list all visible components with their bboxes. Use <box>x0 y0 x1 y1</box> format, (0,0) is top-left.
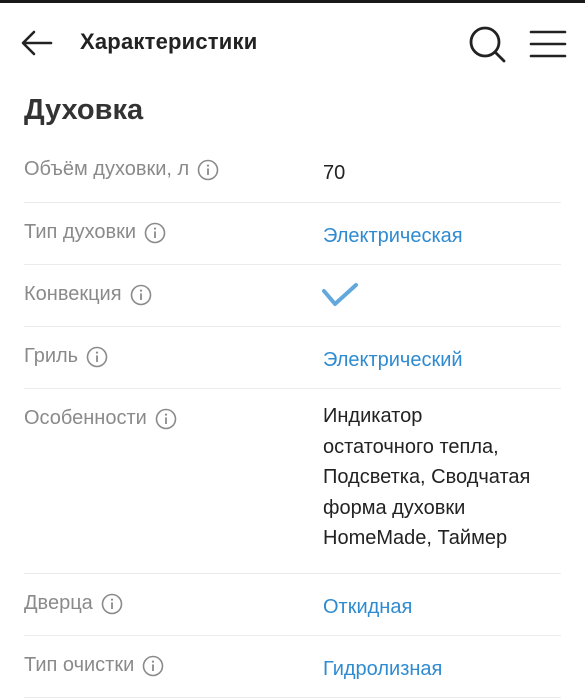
divider <box>24 697 561 698</box>
info-icon[interactable] <box>86 346 108 368</box>
spec-label: Особенности <box>24 407 177 430</box>
spec-row-door: Дверца Откидная <box>0 574 585 636</box>
spec-value-line: HomeMade, Таймер <box>323 527 508 549</box>
spec-value-link[interactable]: Гидролизная <box>323 654 563 685</box>
info-icon[interactable] <box>130 284 152 306</box>
menu-button[interactable] <box>528 29 568 59</box>
info-icon[interactable] <box>142 655 164 677</box>
spec-row-features: Особенности Индикатор остаточного тепла,… <box>0 389 585 574</box>
spec-value: 70 <box>323 162 346 184</box>
spec-label: Конвекция <box>24 283 152 306</box>
spec-label-text: Дверца <box>24 592 93 614</box>
spec-label: Тип очистки <box>24 654 164 677</box>
search-button[interactable] <box>468 25 506 63</box>
info-icon[interactable] <box>144 222 166 244</box>
spec-label-text: Объём духовки, л <box>24 158 190 180</box>
spec-label-text: Конвекция <box>24 283 122 305</box>
spec-list: Объём духовки, л 70 Тип духовки Электрич… <box>0 140 585 698</box>
spec-row-oven-volume: Объём духовки, л 70 <box>0 140 585 203</box>
section-title: Духовка <box>24 94 144 126</box>
spec-row-oven-type: Тип духовки Электрическая <box>0 203 585 265</box>
spec-row-cleaning-type: Тип очистки Гидролизная <box>0 636 585 698</box>
spec-row-grill: Гриль Электрический <box>0 327 585 389</box>
spec-label-text: Гриль <box>24 345 79 367</box>
spec-value-line: Индикатор <box>323 405 423 427</box>
spec-label: Объём духовки, л <box>24 158 219 181</box>
search-icon <box>469 26 506 63</box>
top-bar: Характеристики <box>0 3 585 81</box>
spec-value-link[interactable]: Откидная <box>323 592 563 623</box>
info-icon[interactable] <box>101 593 123 615</box>
check-icon <box>322 283 358 306</box>
spec-value-line: форма духовки <box>323 496 466 519</box>
spec-label-text: Тип духовки <box>24 221 137 243</box>
arrow-left-icon <box>21 30 53 56</box>
spec-label: Тип духовки <box>24 221 166 244</box>
back-button[interactable] <box>20 29 54 57</box>
spec-value-link[interactable]: Электрическая <box>323 221 563 252</box>
spec-value-line: Подсветка, Сводчатая <box>323 466 531 488</box>
spec-value-line: остаточного тепла, <box>323 435 499 458</box>
spec-label: Гриль <box>24 345 108 368</box>
spec-value-link[interactable]: Электрический <box>323 345 563 376</box>
spec-label: Дверца <box>24 592 123 615</box>
spec-value-multiline: Индикатор остаточного тепла, Подсветка, … <box>323 401 563 554</box>
info-icon[interactable] <box>155 408 177 430</box>
page-title: Характеристики <box>80 29 258 54</box>
info-icon[interactable] <box>197 159 219 181</box>
hamburger-menu-icon <box>529 30 567 58</box>
spec-row-convection: Конвекция <box>0 265 585 327</box>
spec-label-text: Тип очистки <box>24 654 135 676</box>
spec-label-text: Особенности <box>24 407 147 429</box>
